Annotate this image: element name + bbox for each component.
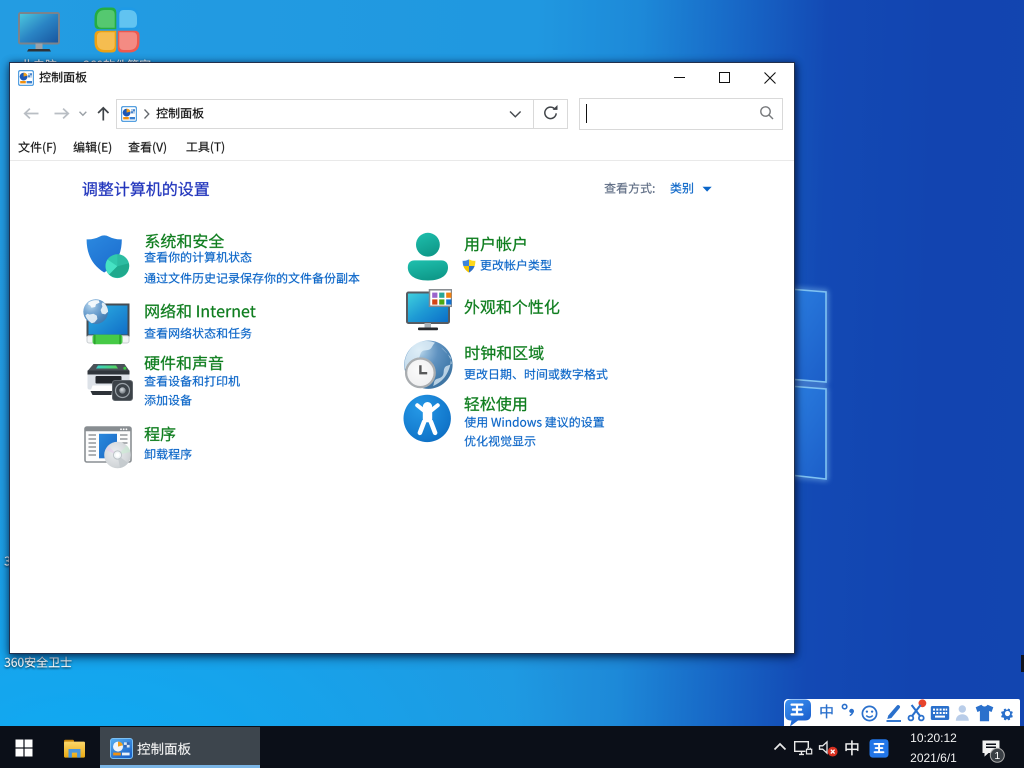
svg-text:1: 1 bbox=[994, 750, 1000, 762]
